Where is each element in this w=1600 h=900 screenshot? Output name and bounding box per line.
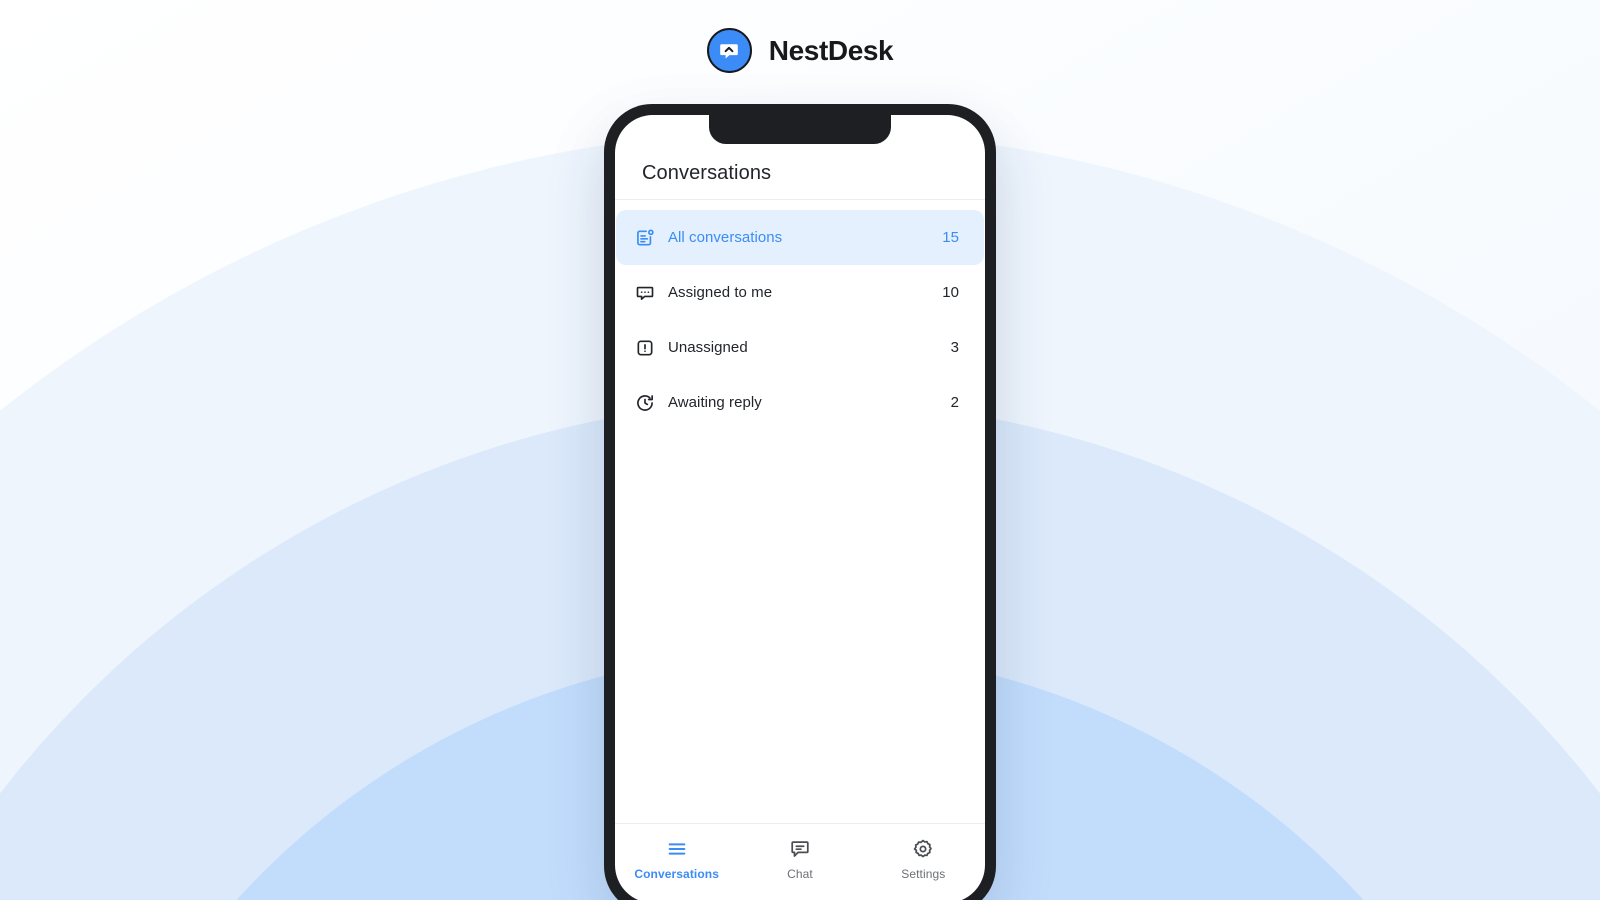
message-list-dot-icon bbox=[635, 228, 655, 248]
filter-count: 15 bbox=[942, 229, 959, 246]
filter-label: Awaiting reply bbox=[668, 394, 762, 411]
filter-row-unassigned[interactable]: Unassigned 3 bbox=[616, 320, 984, 375]
filter-row-all-conversations[interactable]: All conversations 15 bbox=[616, 210, 984, 265]
phone-mockup: Conversations All conversations 15 Assig… bbox=[604, 104, 996, 900]
brand-name: NestDesk bbox=[768, 34, 894, 66]
filter-count: 3 bbox=[950, 339, 959, 356]
filter-label: Assigned to me bbox=[668, 284, 773, 301]
nav-item-conversations[interactable]: Conversations bbox=[615, 838, 738, 881]
filter-count: 10 bbox=[942, 284, 959, 301]
alert-square-icon bbox=[635, 338, 655, 358]
page-title: Conversations bbox=[642, 162, 772, 184]
filter-label: All conversations bbox=[668, 229, 783, 246]
gear-icon bbox=[912, 838, 934, 860]
message-dots-icon bbox=[635, 283, 655, 303]
nav-item-chat[interactable]: Chat bbox=[738, 838, 861, 881]
nav-item-settings[interactable]: Settings bbox=[862, 838, 985, 881]
menu-icon bbox=[666, 838, 688, 860]
filter-row-assigned-to-me[interactable]: Assigned to me 10 bbox=[616, 265, 984, 320]
phone-screen: Conversations All conversations 15 Assig… bbox=[615, 115, 985, 900]
phone-notch bbox=[709, 115, 891, 144]
chat-bubble-up-icon bbox=[706, 28, 752, 73]
nav-label: Settings bbox=[901, 867, 946, 881]
conversation-filter-list: All conversations 15 Assigned to me 10 U… bbox=[615, 200, 985, 823]
nav-label: Chat bbox=[787, 867, 813, 881]
nav-label: Conversations bbox=[634, 867, 719, 881]
clock-rotate-icon bbox=[635, 393, 655, 413]
chat-bubble-lines-icon bbox=[789, 838, 811, 860]
bottom-navigation-bar: Conversations Chat Settings bbox=[615, 823, 985, 900]
filter-row-awaiting-reply[interactable]: Awaiting reply 2 bbox=[616, 375, 984, 430]
filter-count: 2 bbox=[950, 394, 959, 411]
filter-label: Unassigned bbox=[668, 339, 748, 356]
brand-header: NestDesk bbox=[0, 28, 1600, 73]
